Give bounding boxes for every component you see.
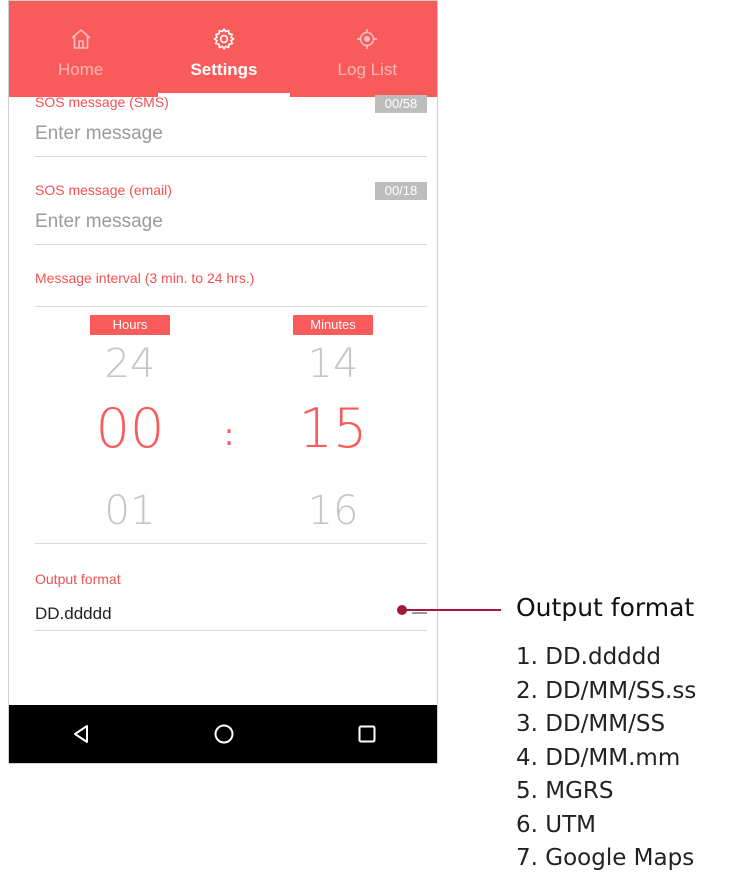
sos-sms-divider — [35, 156, 427, 157]
time-separator: : — [224, 418, 235, 453]
callout-dot — [397, 605, 407, 615]
list-item: 3. DD/MM/SS — [516, 711, 666, 737]
picker-divider — [35, 543, 427, 544]
back-icon[interactable] — [51, 714, 111, 754]
callout-title: Output format — [516, 593, 695, 622]
sos-email-counter: 00/18 — [375, 182, 427, 200]
recents-icon[interactable] — [337, 714, 397, 754]
minutes-next-value[interactable]: 16 — [278, 488, 388, 534]
sos-email-label: SOS message (email) — [35, 182, 172, 198]
dropdown-indicator-icon — [412, 612, 427, 614]
settings-content: SOS message (SMS) 00/58 SOS message (ema… — [9, 94, 437, 707]
sos-email-divider — [35, 244, 427, 245]
sos-sms-label: SOS message (SMS) — [35, 94, 169, 110]
system-navigation-bar — [9, 705, 437, 763]
hours-prev-value[interactable]: 24 — [75, 341, 185, 387]
list-item: 2. DD/MM/SS.ss — [516, 677, 697, 704]
callout-format-list: 1. DD.ddddd 2. DD/MM/SS.ss 3. DD/MM/SS 4… — [516, 641, 696, 876]
tab-home-label: Home — [57, 60, 104, 79]
interval-label: Message interval (3 min. to 24 hrs.) — [35, 270, 255, 286]
list-item: 4. DD/MM.mm — [516, 744, 681, 771]
tab-settings-label: Settings — [190, 60, 258, 79]
sos-sms-counter: 00/58 — [375, 95, 427, 113]
tab-log-list[interactable]: Log List — [296, 1, 437, 97]
list-item: 7. Google Maps — [516, 845, 695, 871]
hours-next-value[interactable]: 01 — [75, 488, 185, 534]
phone-screen: Home Settings Log List SOS message (SMS)… — [8, 0, 438, 764]
output-format-label: Output format — [35, 571, 121, 587]
tab-home[interactable]: Home — [9, 1, 152, 97]
sos-email-input[interactable] — [35, 205, 427, 239]
location-icon — [355, 27, 379, 51]
output-format-divider — [35, 630, 427, 631]
home-icon — [69, 27, 93, 51]
minutes-header: Minutes — [293, 315, 373, 335]
hours-selected-value[interactable]: 00 — [75, 397, 185, 460]
top-navigation: Home Settings Log List — [9, 1, 437, 97]
interval-divider — [35, 306, 427, 307]
tab-settings[interactable]: Settings — [152, 1, 295, 97]
home-circle-icon[interactable] — [194, 714, 254, 754]
gear-icon — [212, 27, 236, 51]
callout-connector — [403, 609, 501, 611]
list-item: 6. UTM — [516, 811, 596, 838]
output-format-select[interactable]: DD.ddddd — [35, 604, 112, 624]
hours-header: Hours — [90, 315, 170, 335]
tab-log-list-label: Log List — [337, 60, 398, 79]
minutes-selected-value[interactable]: 15 — [278, 397, 388, 460]
minutes-prev-value[interactable]: 14 — [278, 341, 388, 387]
list-item: 1. DD.ddddd — [516, 644, 661, 670]
list-item: 5. MGRS — [516, 778, 614, 804]
sos-sms-input[interactable] — [35, 117, 427, 151]
